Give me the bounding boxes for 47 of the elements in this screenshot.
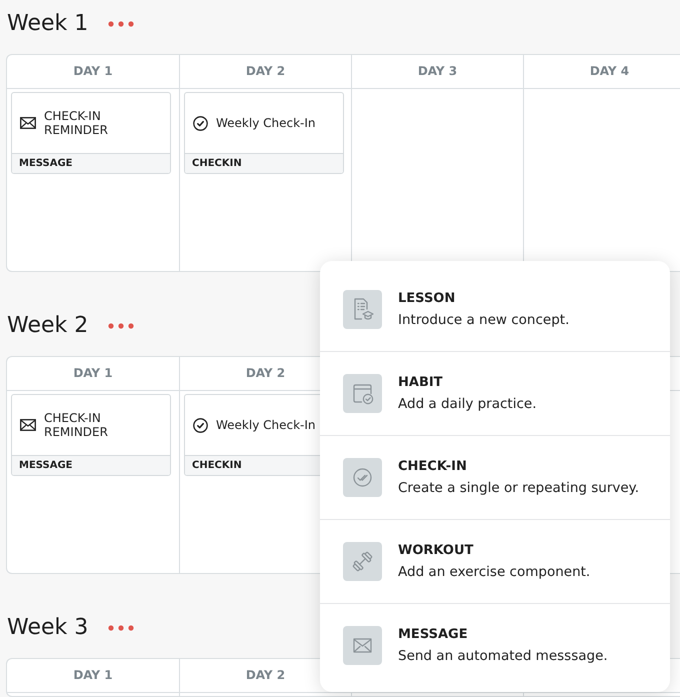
- card-title: Weekly Check-In: [216, 418, 316, 432]
- card-title: Weekly Check-In: [216, 116, 316, 130]
- document-graduation-cap-icon: [343, 290, 382, 329]
- card-title: CHECK-IN REMINDER: [44, 410, 109, 440]
- day-label: DAY 3: [418, 64, 458, 79]
- card-title: CHECK-IN REMINDER: [44, 108, 109, 138]
- item-card[interactable]: Weekly Check-In CHECKIN: [184, 92, 344, 174]
- check-circle-icon: [193, 116, 208, 130]
- day-label: DAY 4: [590, 64, 630, 79]
- day-label: DAY 1: [73, 668, 113, 683]
- type-label: CHECKIN: [185, 153, 343, 173]
- week-title: Week 2: [7, 313, 88, 339]
- menu-item-title: CHECK-IN: [398, 458, 468, 476]
- menu-item[interactable]: MESSAGE Send an automated messsage.: [320, 604, 670, 687]
- day-label: DAY 1: [73, 366, 113, 381]
- more-icon[interactable]: [108, 625, 134, 631]
- menu-item-description: Introduce a new concept.: [398, 310, 570, 330]
- dumbbell-icon: [343, 542, 382, 581]
- week-title: Week 1: [7, 11, 88, 37]
- item-card[interactable]: CHECK-IN REMINDER MESSAGE: [11, 394, 171, 476]
- week-title: Week 3: [7, 615, 88, 641]
- menu-item-description: Add a daily practice.: [398, 394, 536, 414]
- menu-item-description: Add an exercise component.: [398, 562, 590, 582]
- check-circle-icon: [193, 418, 208, 432]
- menu-item[interactable]: WORKOUT Add an exercise component.: [320, 520, 670, 604]
- day-label: DAY 1: [73, 64, 113, 79]
- menu-item-title: LESSON: [398, 290, 456, 308]
- menu-item[interactable]: LESSON Introduce a new concept.: [320, 268, 670, 352]
- more-icon[interactable]: [108, 323, 134, 329]
- envelope-icon: [20, 117, 36, 129]
- menu-item-title: MESSAGE: [398, 626, 469, 644]
- envelope-icon: [20, 419, 36, 431]
- type-label: MESSAGE: [12, 455, 170, 475]
- day-label: DAY 2: [246, 366, 286, 381]
- day-label: DAY 2: [246, 64, 286, 79]
- menu-item-title: WORKOUT: [398, 542, 474, 560]
- more-icon[interactable]: [108, 21, 134, 27]
- menu-item-description: Send an automated messsage.: [398, 646, 608, 666]
- menu-item[interactable]: CHECK-IN Create a single or repeating survey.: [320, 436, 670, 520]
- day-label: DAY 2: [246, 668, 286, 683]
- type-label: MESSAGE: [12, 153, 170, 173]
- menu-item-description: Create a single or repeating survey.: [398, 478, 640, 498]
- envelope-icon: [343, 626, 382, 665]
- menu-item-title: HABIT: [398, 374, 444, 392]
- calendar-check-icon: [343, 374, 382, 413]
- menu-item[interactable]: HABIT Add a daily practice.: [320, 352, 670, 436]
- item-card[interactable]: CHECK-IN REMINDER MESSAGE: [11, 92, 171, 174]
